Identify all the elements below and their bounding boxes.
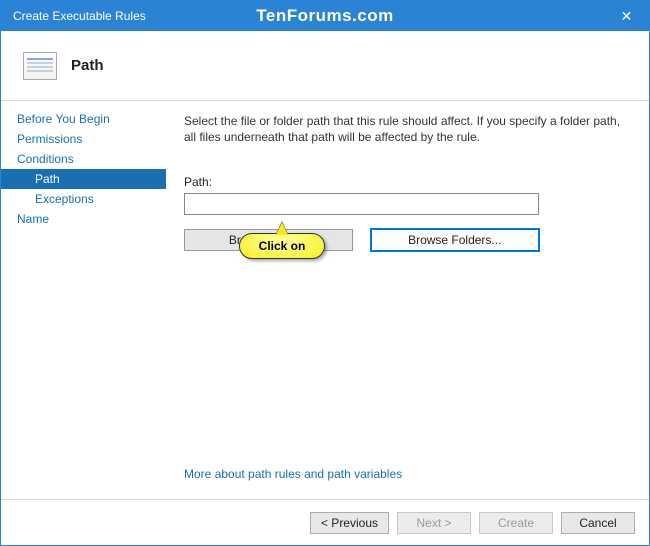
cancel-button[interactable]: Cancel [561, 512, 635, 534]
annotation-callout: Click on [239, 233, 325, 259]
wizard-content: Select the file or folder path that this… [166, 101, 649, 499]
close-button[interactable]: ✕ [604, 1, 649, 31]
page-icon [23, 52, 57, 80]
wizard-header: Path [1, 31, 649, 101]
titlebar: Create Executable Rules TenForums.com ✕ [1, 1, 649, 31]
page-title: Path [71, 57, 104, 74]
next-button[interactable]: Next > [397, 512, 471, 534]
annotation-text: Click on [259, 239, 306, 253]
description-text: Select the file or folder path that this… [184, 113, 627, 145]
step-conditions[interactable]: Conditions [1, 149, 166, 169]
wizard-window: Create Executable Rules TenForums.com ✕ … [0, 0, 650, 546]
close-icon: ✕ [621, 8, 633, 25]
step-name[interactable]: Name [1, 209, 166, 229]
browse-folders-button[interactable]: Browse Folders... [371, 229, 540, 251]
path-label: Path: [184, 175, 627, 189]
watermark-text: TenForums.com [256, 6, 393, 26]
wizard-body: Before You Begin Permissions Conditions … [1, 101, 649, 499]
window-title: Create Executable Rules [13, 9, 146, 23]
step-before-you-begin[interactable]: Before You Begin [1, 109, 166, 129]
step-path[interactable]: Path [1, 169, 166, 189]
wizard-footer: < Previous Next > Create Cancel [1, 499, 649, 545]
previous-button[interactable]: < Previous [310, 512, 389, 534]
step-permissions[interactable]: Permissions [1, 129, 166, 149]
create-button[interactable]: Create [479, 512, 553, 534]
more-info-link[interactable]: More about path rules and path variables [184, 467, 627, 489]
wizard-steps-sidebar: Before You Begin Permissions Conditions … [1, 101, 166, 499]
step-exceptions[interactable]: Exceptions [1, 189, 166, 209]
path-input[interactable] [184, 193, 539, 215]
browse-button-row: Browse Files... Browse Folders... [184, 229, 539, 251]
